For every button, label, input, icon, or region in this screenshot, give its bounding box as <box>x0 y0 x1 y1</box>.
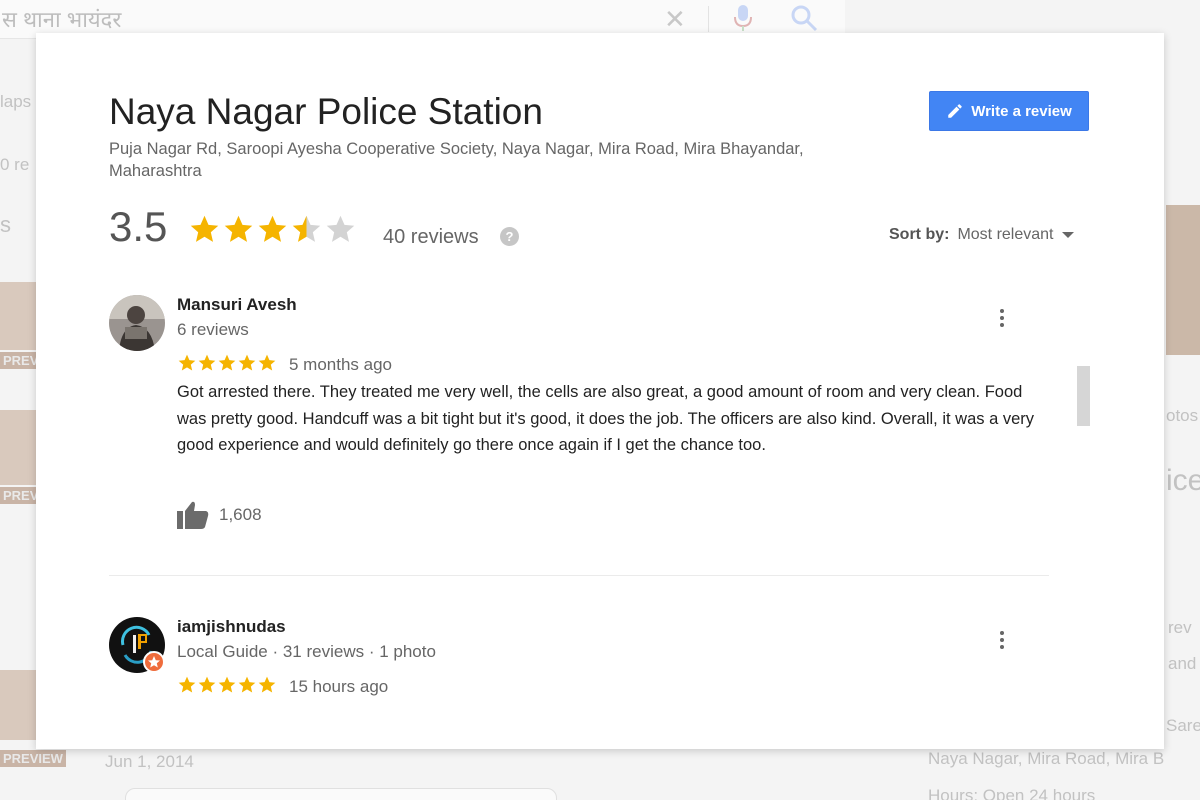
star-icon <box>224 215 253 242</box>
star-icon <box>326 215 355 242</box>
average-rating: 3.5 <box>109 203 168 250</box>
search-icon[interactable] <box>790 4 818 32</box>
review-divider <box>109 575 1049 576</box>
bg-input <box>125 788 557 800</box>
star-icon <box>238 676 256 693</box>
bg-snippet: Naya Nagar, Mira Road, Mira B <box>928 749 1165 768</box>
review-stars <box>177 353 277 373</box>
bg-photo <box>1166 205 1200 355</box>
bg-thumbnail <box>0 410 36 485</box>
reviewer-meta: 6 reviews <box>177 320 249 339</box>
help-icon[interactable]: ? <box>500 227 519 246</box>
like-count: 1,608 <box>219 505 262 524</box>
thumbs-up-icon <box>177 501 209 529</box>
caret-down-icon <box>1061 232 1074 238</box>
rating-stars <box>188 213 357 246</box>
sort-dropdown[interactable]: Sort by: Most relevant <box>889 226 1074 244</box>
local-guide-badge-icon <box>143 651 165 673</box>
star-icon <box>258 676 276 693</box>
bg-snippet: ice <box>1166 464 1200 497</box>
review-time: 15 hours ago <box>289 677 389 696</box>
star-icon <box>258 354 276 371</box>
bg-thumbnail <box>0 282 36 350</box>
review-item: Mansuri Avesh 6 reviews 5 months ago Got… <box>109 295 1049 555</box>
star-icon <box>292 215 321 242</box>
avatar[interactable] <box>109 617 165 673</box>
star-icon <box>198 676 216 693</box>
search-divider <box>708 6 709 32</box>
bg-snippet: and <box>1168 654 1197 673</box>
write-review-button[interactable]: Write a review <box>929 91 1089 131</box>
bg-thumbnail <box>0 670 36 740</box>
more-vert-icon[interactable] <box>1000 631 1004 652</box>
bg-preview-label: PREVIEW <box>0 750 66 767</box>
star-icon <box>258 215 287 242</box>
search-query[interactable]: स थाना भायंदर <box>2 4 121 34</box>
pencil-icon <box>948 104 962 118</box>
bg-snippet: otos <box>1166 406 1199 425</box>
review-count[interactable]: 40 reviews <box>383 226 479 249</box>
like-button[interactable]: 1,608 <box>177 501 262 529</box>
review-text: Got arrested there. They treated me very… <box>177 383 1035 454</box>
more-vert-icon[interactable] <box>1000 309 1004 330</box>
place-address: Puja Nagar Rd, Saroopi Ayesha Cooperativ… <box>109 140 804 180</box>
bg-snippet: rev <box>1168 618 1192 637</box>
bg-snippet: Sare <box>1166 716 1200 735</box>
reviewer-name[interactable]: iamjishnudas <box>177 617 286 637</box>
bg-snippet: laps <box>0 92 32 111</box>
reviewer-meta: Local Guide · 31 reviews · 1 photo <box>177 642 436 661</box>
star-icon <box>190 215 219 242</box>
star-icon <box>198 354 216 371</box>
star-icon <box>178 354 196 371</box>
write-review-label: Write a review <box>971 102 1072 120</box>
close-icon[interactable]: ✕ <box>664 4 686 35</box>
sort-value: Most relevant <box>957 226 1054 243</box>
bg-snippet: Hours: Open 24 hours <box>928 786 1096 800</box>
star-icon <box>178 676 196 693</box>
bg-snippet: s <box>0 212 11 237</box>
scrollbar[interactable] <box>1077 366 1090 426</box>
review-time: 5 months ago <box>289 355 393 374</box>
star-icon <box>218 676 236 693</box>
page-title: Naya Nagar Police Station <box>109 91 543 132</box>
avatar[interactable] <box>109 295 165 351</box>
reviewer-name[interactable]: Mansuri Avesh <box>177 295 297 315</box>
review-item: iamjishnudas Local Guide · 31 reviews · … <box>109 617 1049 717</box>
bg-date: Jun 1, 2014 <box>105 752 194 771</box>
bg-snippet: 0 re <box>0 155 30 174</box>
star-icon <box>238 354 256 371</box>
reviews-dialog: Naya Nagar Police Station Puja Nagar Rd,… <box>36 33 1164 749</box>
sort-label: Sort by: <box>889 226 950 243</box>
star-icon <box>218 354 236 371</box>
review-stars <box>177 675 277 695</box>
mic-icon[interactable] <box>732 4 754 32</box>
